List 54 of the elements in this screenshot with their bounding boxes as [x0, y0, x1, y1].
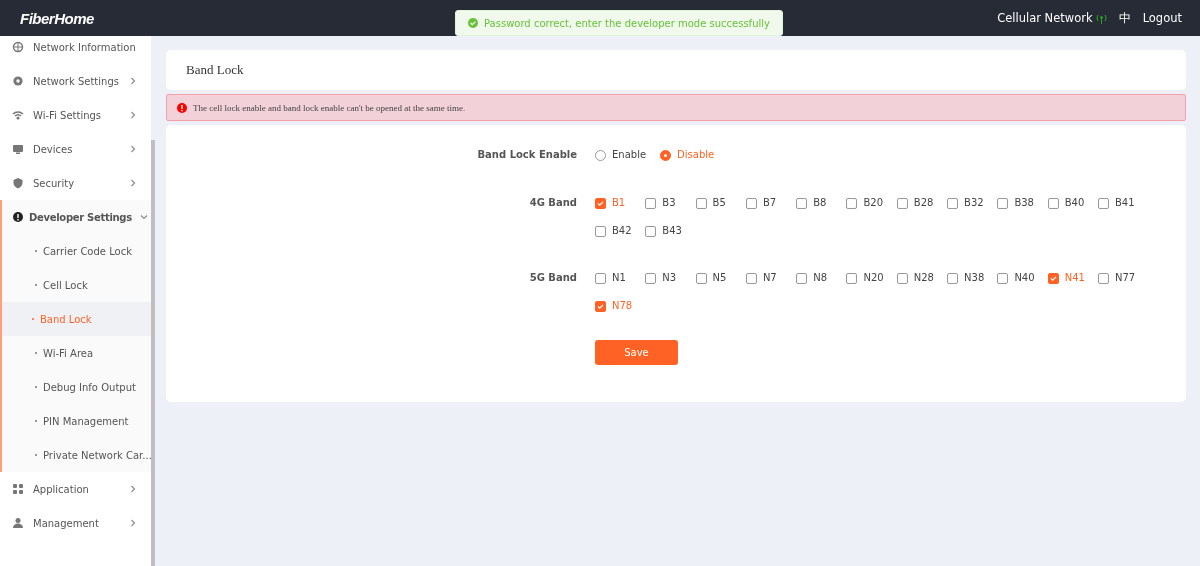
submenu-item[interactable]: Wi-Fi Area	[2, 336, 151, 370]
logout-link[interactable]: Logout	[1142, 11, 1182, 25]
logo: FiberHome	[20, 9, 94, 27]
sidebar-item[interactable]: Network Information	[0, 36, 151, 64]
submenu-label: Cell Lock	[43, 279, 88, 291]
submenu-item[interactable]: Private Network Car...	[2, 438, 151, 472]
checkbox-option[interactable]: N3	[645, 268, 696, 288]
submenu-label: Band Lock	[40, 313, 92, 325]
checkbox-option[interactable]: B38	[997, 193, 1048, 213]
checkbox-option[interactable]: N28	[896, 268, 948, 288]
sidebar-item[interactable]: Devices	[0, 132, 151, 166]
field-label: 4G Band	[528, 196, 577, 210]
sidebar-item[interactable]: Developer Settings	[2, 200, 151, 234]
submenu-label: PIN Management	[43, 415, 129, 427]
checkbox-option[interactable]: B28	[896, 193, 948, 213]
radio-option[interactable]: Enable	[595, 145, 647, 165]
checkbox-option[interactable]: N77	[1097, 268, 1149, 288]
checkbox-option[interactable]: N1	[595, 268, 646, 288]
checkbox-option[interactable]: B5	[695, 193, 746, 213]
checkbox-option[interactable]: N7	[745, 268, 797, 288]
submenu-item[interactable]: PIN Management	[2, 404, 151, 438]
checkbox-option[interactable]: N40	[997, 268, 1048, 288]
toast-message: Password correct, enter the developer mode successfully	[484, 17, 770, 29]
submenu-item[interactable]: Cell Lock	[2, 268, 151, 302]
checkbox-option[interactable]: B8	[796, 193, 847, 213]
page-title: Band Lock	[166, 50, 1186, 90]
sidebar-item[interactable]: Wi-Fi Settings	[0, 98, 151, 132]
submenu-label: Carrier Code Lock	[43, 245, 132, 257]
field-label: Band Lock Enable	[476, 148, 577, 162]
checkbox-option[interactable]: B43	[645, 221, 696, 241]
submenu-label: Debug Info Output	[43, 381, 136, 393]
sidebar-item[interactable]: Network Settings	[0, 64, 151, 98]
checkbox-option[interactable]: B42	[595, 221, 646, 241]
checkbox-option[interactable]: B7	[745, 193, 797, 213]
sidebar-item[interactable]: Management	[0, 506, 151, 540]
checkbox-option[interactable]: N8	[796, 268, 847, 288]
sidebar-item[interactable]: Application	[0, 472, 151, 506]
checkbox-option[interactable]: B3	[645, 193, 696, 213]
network-label: Cellular Network	[997, 11, 1093, 25]
submenu-label: Private Network Car...	[43, 449, 151, 461]
checkbox-option[interactable]: N38	[947, 268, 998, 288]
submenu-item[interactable]: Carrier Code Lock	[2, 234, 151, 268]
checkbox-option[interactable]: B41	[1097, 193, 1149, 213]
checkbox-option[interactable]: N5	[695, 268, 746, 288]
submenu-item[interactable]: Debug Info Output	[2, 370, 151, 404]
checkbox-option[interactable]: B20	[846, 193, 897, 213]
checkbox-option[interactable]: B40	[1047, 193, 1098, 213]
sidebar-item[interactable]: Security	[0, 166, 151, 200]
checkbox-option[interactable]: B32	[947, 193, 998, 213]
submenu-label: Wi-Fi Area	[43, 347, 94, 359]
language-toggle[interactable]: 中	[1118, 10, 1131, 26]
checkbox-option[interactable]: N20	[846, 268, 897, 288]
field-label: 5G Band	[528, 271, 577, 285]
alert-message: The cell lock enable and band lock enable can't be opened at the same time.	[193, 102, 466, 113]
